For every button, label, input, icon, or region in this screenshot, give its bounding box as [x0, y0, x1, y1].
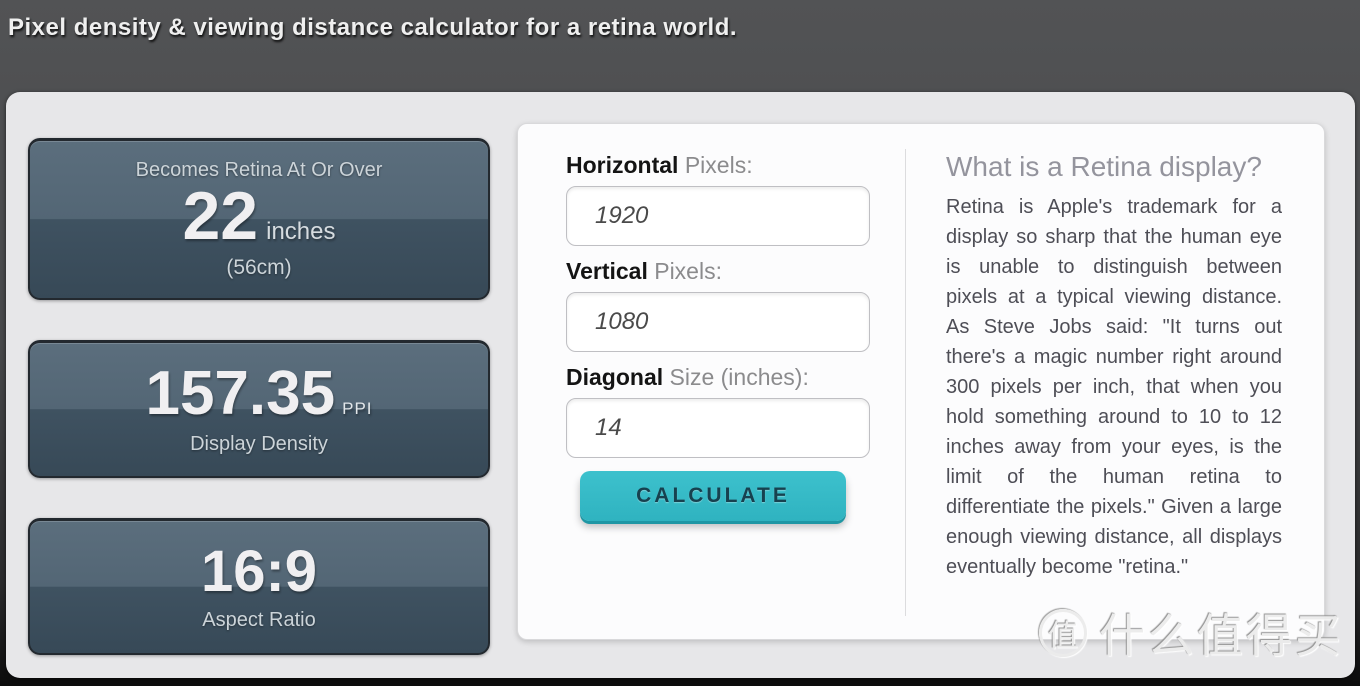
aspect-ratio-panel: 16:9 Aspect Ratio — [28, 518, 490, 655]
vertical-pixels-input[interactable] — [566, 292, 870, 352]
diagonal-size-label-strong: Diagonal — [566, 364, 663, 390]
retina-distance-label: Becomes Retina At Or Over — [136, 159, 383, 182]
calculator-card: Horizontal Pixels: Vertical Pixels: Diag… — [517, 123, 1325, 640]
horizontal-pixels-label-strong: Horizontal — [566, 152, 678, 178]
horizontal-pixels-input[interactable] — [566, 186, 870, 246]
calculate-button[interactable]: CALCULATE — [580, 471, 846, 521]
vertical-pixels-label-strong: Vertical — [566, 258, 648, 284]
aspect-ratio-label: Aspect Ratio — [202, 609, 315, 632]
main-content-panel: Becomes Retina At Or Over 22 inches (56c… — [6, 92, 1355, 678]
diagonal-size-label: Diagonal Size (inches): — [566, 363, 878, 391]
display-density-panel: 157.35 PPI Display Density — [28, 340, 490, 478]
display-density-value-row: 157.35 PPI — [145, 363, 372, 425]
retina-distance-value-row: 22 inches — [182, 182, 335, 250]
retina-info-heading: What is a Retina display? — [946, 150, 1282, 184]
card-divider — [905, 149, 906, 616]
calculator-form: Horizontal Pixels: Vertical Pixels: Diag… — [566, 151, 878, 521]
vertical-pixels-label: Vertical Pixels: — [566, 257, 878, 285]
retina-distance-unit: inches — [266, 218, 335, 246]
aspect-ratio-value-row: 16:9 — [201, 543, 317, 601]
display-density-label: Display Density — [190, 433, 328, 456]
horizontal-pixels-label-rest: Pixels: — [678, 152, 752, 178]
display-density-value: 157.35 — [145, 363, 335, 425]
aspect-ratio-value: 16:9 — [201, 543, 317, 601]
retina-distance-panel: Becomes Retina At Or Over 22 inches (56c… — [28, 138, 490, 300]
retina-info-body: Retina is Apple's trademark for a displa… — [946, 192, 1282, 582]
horizontal-pixels-label: Horizontal Pixels: — [566, 151, 878, 179]
page-title: Pixel density & viewing distance calcula… — [0, 0, 1360, 42]
retina-info-column: What is a Retina display? Retina is Appl… — [946, 150, 1282, 582]
page-header: Pixel density & viewing distance calcula… — [0, 0, 1360, 92]
retina-distance-metric: (56cm) — [226, 256, 291, 280]
vertical-pixels-label-rest: Pixels: — [648, 258, 722, 284]
diagonal-size-label-rest: Size (inches): — [663, 364, 809, 390]
results-column: Becomes Retina At Or Over 22 inches (56c… — [28, 138, 490, 655]
retina-distance-value: 22 — [182, 182, 258, 250]
diagonal-size-input[interactable] — [566, 398, 870, 458]
display-density-unit: PPI — [342, 399, 372, 419]
